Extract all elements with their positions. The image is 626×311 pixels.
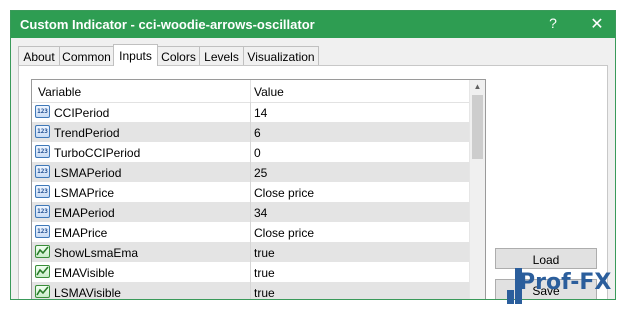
table-row[interactable]: EMAVisible true [32,262,470,282]
table-row[interactable]: 123 TurboCCIPeriod 0 [32,142,470,162]
cell-divider [250,222,251,242]
number-icon: 123 [35,205,50,218]
tab-about[interactable]: About [18,46,60,65]
scrollbar-thumb[interactable] [472,95,483,159]
variable-value[interactable]: 0 [254,146,261,160]
table-row[interactable]: 123 LSMAPrice Close price [32,182,470,202]
variable-name: CCIPeriod [54,106,110,120]
variable-name: EMAPrice [54,226,108,240]
number-icon: 123 [35,225,50,238]
variable-value[interactable]: true [254,246,275,260]
table-row[interactable]: LSMAVisible true [32,282,470,300]
column-header-variable[interactable]: Variable [38,85,81,99]
boolean-icon [35,265,50,278]
tab-visualization[interactable]: Visualization [243,46,319,65]
variable-value[interactable]: true [254,266,275,280]
variable-name: EMAVisible [54,266,115,280]
variable-name: TurboCCIPeriod [54,146,141,160]
variable-name: LSMAPeriod [54,166,122,180]
cell-divider [250,202,251,222]
variable-name: ShowLsmaEma [54,246,139,260]
cell-divider [250,242,251,262]
title-bar[interactable]: Custom Indicator - cci-woodie-arrows-osc… [11,11,615,38]
prof-fx-watermark: Prof-FX [503,262,623,308]
cell-divider [250,262,251,282]
table-row[interactable]: 123 LSMAPeriod 25 [32,162,470,182]
watermark-text: Prof-FX [519,270,612,295]
window-title: Custom Indicator - cci-woodie-arrows-osc… [20,17,315,32]
table-row[interactable]: 123 EMAPrice Close price [32,222,470,242]
cell-divider [250,122,251,142]
table-row[interactable]: 123 CCIPeriod 14 [32,102,470,122]
variable-value[interactable]: 6 [254,126,261,140]
scroll-up-arrow-icon[interactable]: ▲ [473,83,482,91]
boolean-icon [35,285,50,298]
cell-divider [250,282,251,299]
variable-value[interactable]: true [254,286,275,299]
cell-divider [250,142,251,162]
variable-value[interactable]: 34 [254,206,267,220]
variable-value[interactable]: Close price [254,226,314,240]
number-icon: 123 [35,185,50,198]
variable-name: LSMAPrice [54,186,115,200]
variable-name: EMAPeriod [54,206,115,220]
number-icon: 123 [35,105,50,118]
table-row[interactable]: 123 EMAPeriod 34 [32,202,470,222]
cell-divider [250,182,251,202]
variable-value[interactable]: 14 [254,106,267,120]
cell-divider [250,162,251,182]
grid-header: Variable Value [32,80,470,103]
tab-common[interactable]: Common [59,46,114,65]
close-button[interactable]: ✕ [585,14,609,34]
variable-name: LSMAVisible [54,286,121,300]
tab-inputs[interactable]: Inputs [113,44,158,66]
variable-value[interactable]: Close price [254,186,314,200]
vertical-scrollbar[interactable]: ▲ ▼ [469,80,485,300]
variable-value[interactable]: 25 [254,166,267,180]
column-header-value[interactable]: Value [254,85,284,99]
table-row[interactable]: 123 TrendPeriod 6 [32,122,470,142]
help-button[interactable]: ? [543,15,563,31]
inputs-grid: Variable Value 123 CCIPeriod 14 123 Tren… [31,79,486,300]
tab-levels[interactable]: Levels [199,46,244,65]
table-row[interactable]: ShowLsmaEma true [32,242,470,262]
boolean-icon [35,245,50,258]
scroll-down-arrow-icon[interactable]: ▼ [473,298,482,300]
tab-colors[interactable]: Colors [157,46,200,65]
number-icon: 123 [35,145,50,158]
indicator-dialog: Custom Indicator - cci-woodie-arrows-osc… [10,10,616,300]
number-icon: 123 [35,125,50,138]
variable-name: TrendPeriod [54,126,120,140]
number-icon: 123 [35,165,50,178]
header-divider [250,80,251,102]
cell-divider [250,102,251,122]
